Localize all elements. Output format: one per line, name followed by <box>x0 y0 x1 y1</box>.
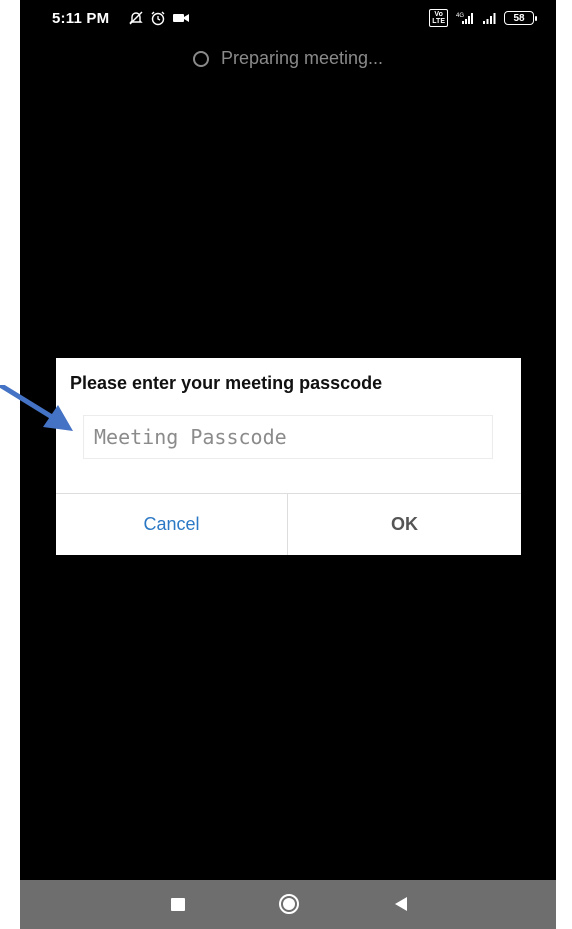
video-icon <box>173 14 189 22</box>
dialog-title: Please enter your meeting passcode <box>70 373 383 393</box>
mute-icon <box>129 11 143 25</box>
status-time: 5:11 PM <box>52 10 110 27</box>
signal-icon <box>483 13 496 24</box>
battery-icon: 58 <box>504 11 537 25</box>
passcode-dialog: Please enter your meeting passcode Cance… <box>56 358 521 555</box>
alarm-icon <box>151 11 165 26</box>
back-icon[interactable] <box>394 896 408 912</box>
cancel-button[interactable]: Cancel <box>56 494 287 555</box>
svg-text:4G: 4G <box>456 13 464 19</box>
navigation-bar <box>20 880 556 929</box>
spinner-icon <box>192 50 209 67</box>
ok-button[interactable]: OK <box>288 494 521 555</box>
status-right-icons: Vo LTE 4G 58 <box>429 9 537 27</box>
passcode-input[interactable] <box>83 415 493 459</box>
loading-text: Preparing meeting... <box>220 48 384 68</box>
4g-signal-icon: 4G <box>456 13 473 24</box>
annotation-arrow-icon <box>0 385 73 431</box>
loading-status: Preparing meeting... <box>20 48 556 69</box>
recents-icon[interactable] <box>171 898 185 911</box>
status-bar: 5:11 PM Vo LTE 4G 58 <box>20 0 556 40</box>
home-icon[interactable] <box>278 893 300 915</box>
volte-icon: Vo LTE <box>429 9 448 27</box>
status-left-icons <box>128 9 190 27</box>
phone-screen: 5:11 PM Vo LTE 4G 58 Preparing meeting..… <box>20 0 556 929</box>
